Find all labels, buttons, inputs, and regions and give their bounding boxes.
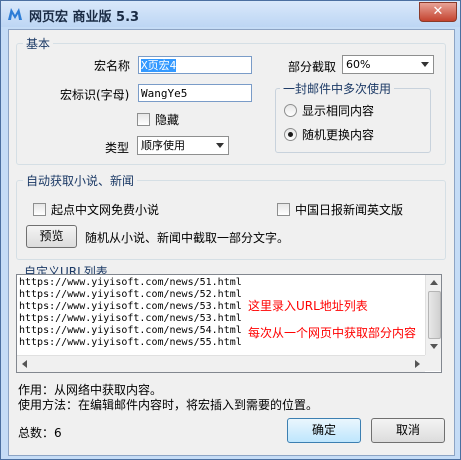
radio-random-content[interactable] (284, 128, 297, 141)
scroll-up-icon[interactable] (430, 280, 438, 285)
auto-fetch-group: 自动获取小说、新闻 起点中文网免费小说 中国日报新闻英文版 预览 随机从小说、新… (16, 172, 446, 260)
scroll-left-icon[interactable] (22, 360, 27, 368)
hidden-checkbox[interactable] (137, 113, 150, 126)
macro-name-input[interactable]: X页宏4 (138, 56, 252, 74)
scroll-down-icon[interactable] (430, 344, 438, 349)
partial-select-value: 60% (346, 58, 371, 71)
multi-use-group: 一封邮件中多次使用 显示相同内容 随机更换内容 (275, 80, 431, 153)
partial-select[interactable]: 60% (342, 55, 434, 74)
usage-method-text: 使用方法：在编辑邮件内容时，将宏插入到需要的位置。 (18, 398, 319, 412)
cancel-button[interactable]: 取消 (371, 418, 445, 443)
url-list: https://www.yiyisoft.com/news/51.html ht… (19, 277, 242, 349)
close-button[interactable]: ✕ (419, 2, 457, 22)
radio-same-content[interactable] (284, 104, 297, 117)
url-line: https://www.yiyisoft.com/news/54.html (19, 325, 242, 336)
macro-id-input[interactable]: WangYe5 (138, 84, 252, 102)
preview-description: 随机从小说、新闻中截取一部分文字。 (85, 231, 290, 245)
url-hint-note-2: 每次从一个网页中获取部分内容 (248, 326, 417, 340)
url-line: https://www.yiyisoft.com/news/53.html (19, 313, 242, 324)
basic-group-legend: 基本 (23, 35, 54, 52)
macro-id-label: 宏标识(字母) (60, 88, 130, 102)
preview-button[interactable]: 预览 (26, 225, 77, 248)
qidian-checkbox[interactable] (33, 203, 46, 216)
url-hint-note: 这里录入URL地址列表 (248, 299, 368, 313)
partial-label: 部分截取 (288, 60, 337, 74)
macro-name-label: 宏名称 (94, 59, 131, 73)
type-select-value: 顺序使用 (141, 139, 185, 152)
chevron-down-icon (216, 143, 224, 148)
app-logo-icon (8, 8, 22, 20)
scrollbar-corner (425, 355, 441, 371)
url-line: https://www.yiyisoft.com/news/53.html (19, 301, 242, 312)
window-title: 网页宏 商业版 5.3 (29, 10, 140, 25)
url-line: https://www.yiyisoft.com/news/52.html (19, 289, 242, 300)
qidian-label: 起点中文网免费小说 (51, 203, 160, 217)
horizontal-scrollbar[interactable] (17, 355, 425, 372)
macro-name-value: X页宏4 (141, 59, 177, 72)
ok-button[interactable]: 确定 (287, 418, 361, 443)
vertical-scroll-thumb[interactable] (428, 291, 441, 339)
dialog-body: 基本 宏名称 X页宏4 宏标识(字母) WangYe5 隐藏 类型 顺序使用 部… (8, 29, 455, 456)
dialog-window: 网页宏 商业版 5.3 ✕ 基本 宏名称 X页宏4 宏标识(字母) WangYe… (0, 0, 461, 460)
chinadaily-label: 中国日报新闻英文版 (295, 203, 404, 217)
url-line: https://www.yiyisoft.com/news/51.html (19, 277, 242, 288)
multi-use-legend: 一封邮件中多次使用 (280, 80, 395, 97)
scroll-right-icon[interactable] (415, 360, 420, 368)
vertical-scrollbar[interactable] (425, 275, 441, 355)
title-bar[interactable]: 网页宏 商业版 5.3 ✕ (1, 1, 460, 27)
hidden-label: 隐藏 (155, 113, 180, 127)
close-icon: ✕ (432, 4, 444, 19)
total-count: 总数：6 (18, 426, 62, 440)
chevron-down-icon (421, 62, 429, 67)
chinadaily-checkbox[interactable] (277, 203, 290, 216)
type-label: 类型 (105, 141, 130, 155)
radio-same-label: 显示相同内容 (302, 104, 375, 118)
type-select[interactable]: 顺序使用 (137, 136, 229, 155)
auto-fetch-legend: 自动获取小说、新闻 (23, 172, 138, 189)
url-list-textarea[interactable]: https://www.yiyisoft.com/news/51.html ht… (16, 274, 442, 373)
url-line: https://www.yiyisoft.com/news/55.html (19, 337, 242, 348)
radio-random-label: 随机更换内容 (302, 128, 375, 142)
basic-group: 基本 宏名称 X页宏4 宏标识(字母) WangYe5 隐藏 类型 顺序使用 部… (16, 35, 446, 165)
